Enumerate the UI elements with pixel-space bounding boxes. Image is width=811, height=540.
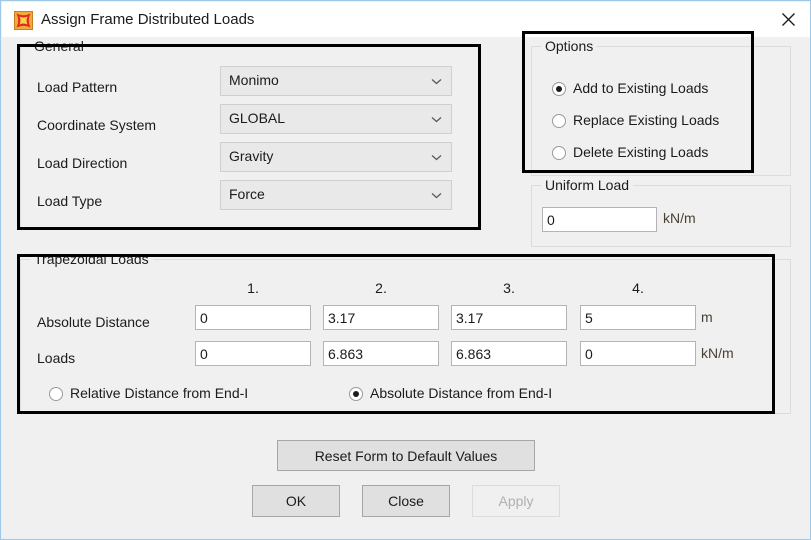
uniform-load-unit: kN/m	[663, 210, 696, 226]
radio-label: Relative Distance from End-I	[70, 385, 249, 401]
loads-input-3[interactable]	[451, 341, 567, 366]
column-header-1: 1.	[247, 280, 259, 296]
chevron-down-icon	[431, 117, 442, 123]
chevron-down-icon	[431, 193, 442, 199]
absolute-distance-input-2[interactable]	[323, 305, 439, 330]
apply-button: Apply	[472, 485, 560, 517]
coordinate-system-dropdown[interactable]: GLOBAL	[220, 104, 452, 134]
load-direction-dropdown[interactable]: Gravity	[220, 142, 452, 172]
column-header-4: 4.	[632, 280, 644, 296]
sap2000-star-icon	[14, 11, 33, 30]
column-header-2: 2.	[375, 280, 387, 296]
load-direction-label: Load Direction	[37, 155, 128, 171]
coordinate-system-label: Coordinate System	[37, 117, 157, 133]
loads-row-label: Loads	[37, 350, 76, 366]
load-direction-value: Gravity	[229, 148, 274, 164]
uniform-load-legend: Uniform Load	[541, 177, 634, 193]
load-type-dropdown[interactable]: Force	[220, 180, 452, 210]
radio-indicator	[349, 387, 363, 401]
uniform-load-input[interactable]	[542, 207, 657, 232]
absolute-distance-row-label: Absolute Distance	[37, 314, 150, 330]
load-pattern-label: Load Pattern	[37, 79, 118, 95]
trapezoidal-loads-legend: Trapezoidal Loads	[30, 251, 153, 267]
radio-indicator	[552, 146, 566, 160]
absolute-distance-input-1[interactable]	[195, 305, 311, 330]
ok-button[interactable]: OK	[252, 485, 340, 517]
loads-input-1[interactable]	[195, 341, 311, 366]
chevron-down-icon	[431, 79, 442, 85]
load-type-value: Force	[229, 186, 265, 202]
radio-label: Delete Existing Loads	[573, 144, 709, 160]
absolute-distance-input-4[interactable]	[580, 305, 696, 330]
dialog-body: General Load Pattern Monimo Coordinate S…	[2, 37, 810, 539]
load-type-label: Load Type	[37, 193, 103, 209]
radio-indicator	[552, 82, 566, 96]
loads-input-4[interactable]	[580, 341, 696, 366]
radio-label: Replace Existing Loads	[573, 112, 720, 128]
absolute-distance-unit: m	[701, 309, 713, 325]
radio-label: Absolute Distance from End-I	[370, 385, 553, 401]
general-legend: General	[30, 38, 88, 54]
options-legend: Options	[541, 38, 598, 54]
reset-form-button[interactable]: Reset Form to Default Values	[277, 440, 535, 471]
loads-input-2[interactable]	[323, 341, 439, 366]
radio-label: Add to Existing Loads	[573, 80, 709, 96]
absolute-distance-input-3[interactable]	[451, 305, 567, 330]
load-pattern-dropdown[interactable]: Monimo	[220, 66, 452, 96]
assign-frame-distributed-loads-dialog: Assign Frame Distributed Loads General L…	[0, 0, 811, 540]
load-pattern-value: Monimo	[229, 72, 279, 88]
title-bar: Assign Frame Distributed Loads	[2, 2, 810, 37]
radio-indicator	[49, 387, 63, 401]
chevron-down-icon	[431, 155, 442, 161]
coordinate-system-value: GLOBAL	[229, 110, 286, 126]
close-button-bottom[interactable]: Close	[362, 485, 450, 517]
column-header-3: 3.	[503, 280, 515, 296]
close-button[interactable]	[765, 2, 810, 36]
radio-indicator	[552, 114, 566, 128]
window-title: Assign Frame Distributed Loads	[41, 11, 255, 28]
loads-unit: kN/m	[701, 345, 734, 361]
